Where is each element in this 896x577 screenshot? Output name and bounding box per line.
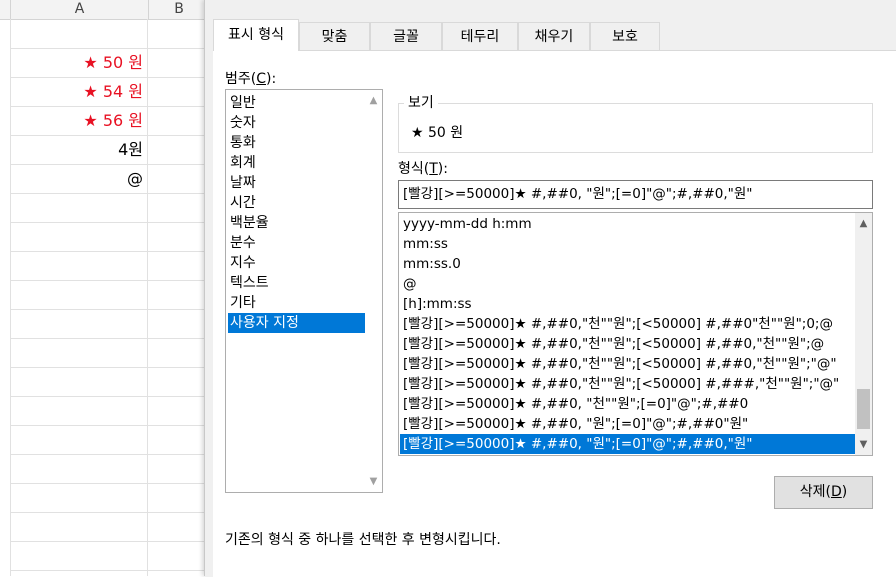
category-list[interactable]: 일반 숫자 통화 회계 날짜 시간 백분율 분수 지수 텍스트 기타 사용자 지… <box>225 89 383 493</box>
format-cells-dialog: 표시 형식 맞춤 글꼴 테두리 채우기 보호 범주(C): 일반 숫자 통화 회… <box>204 0 896 577</box>
format-item[interactable]: [빨강][>=50000]★ #,##0,"천""원";[<50000] #,#… <box>400 314 856 334</box>
cell-a6[interactable]: @ <box>11 165 143 193</box>
grid-line <box>10 251 210 252</box>
tab-fill[interactable]: 채우기 <box>518 22 590 50</box>
preview-value: ★ 50 원 <box>411 125 464 141</box>
preview-group <box>398 103 873 153</box>
grid-line <box>10 309 210 310</box>
category-scrollbar[interactable]: ▲ ▼ <box>365 90 382 492</box>
category-item[interactable]: 숫자 <box>228 113 365 133</box>
spreadsheet-area: A B ★ 50 원 ★ 54 원 ★ 56 원 4원 @ <box>0 0 210 576</box>
category-item[interactable]: 날짜 <box>228 173 365 193</box>
grid-line <box>10 193 210 194</box>
format-code-input[interactable]: [빨강][>=50000]★ #,##0, "원";[=0]"@";#,##0,… <box>398 180 873 209</box>
scroll-up-icon[interactable]: ▲ <box>365 92 382 109</box>
format-item[interactable]: [빨강][>=50000]★ #,##0, "원";[=0]"@";#,##0"… <box>400 414 856 434</box>
grid-line <box>10 483 210 484</box>
delete-button[interactable]: 삭제(D) <box>774 476 873 509</box>
tab-font[interactable]: 글꼴 <box>370 22 442 50</box>
scrollbar-thumb[interactable] <box>857 389 870 429</box>
category-item[interactable]: 통화 <box>228 133 365 153</box>
format-item[interactable]: [h]:mm:ss <box>400 294 856 314</box>
tab-protection[interactable]: 보호 <box>590 22 660 50</box>
grid-line <box>10 570 210 571</box>
grid-line <box>10 512 210 513</box>
format-item[interactable]: [빨강][>=50000]★ #,##0,"천""원";[<50000] #,#… <box>400 334 856 354</box>
format-label: 형식(T): <box>398 161 448 177</box>
category-item[interactable]: 회계 <box>228 153 365 173</box>
tab-border[interactable]: 테두리 <box>442 22 518 50</box>
format-item-selected[interactable]: [빨강][>=50000]★ #,##0, "원";[=0]"@";#,##0,… <box>400 434 856 454</box>
delete-label-end: ) <box>841 484 848 500</box>
cell-a2[interactable]: ★ 50 원 <box>11 49 143 77</box>
tab-alignment[interactable]: 맞춤 <box>299 22 370 50</box>
format-item[interactable]: [빨강][>=50000]★ #,##0,"천""원";[<50000] #,#… <box>400 354 856 374</box>
grid-line <box>10 454 210 455</box>
category-item[interactable]: 기타 <box>228 293 365 313</box>
category-item-custom[interactable]: 사용자 지정 <box>228 313 365 333</box>
scroll-down-icon[interactable]: ▼ <box>855 436 872 453</box>
format-item[interactable]: @ <box>400 274 856 294</box>
category-item[interactable]: 백분율 <box>228 213 365 233</box>
column-header-b[interactable]: B <box>148 0 210 19</box>
format-code-list[interactable]: yyyy-mm-dd h:mm mm:ss mm:ss.0 @ [h]:mm:s… <box>398 212 873 456</box>
format-item[interactable]: [빨강][>=50000]★ #,##0,"천""원";[<50000] #,#… <box>400 374 856 394</box>
grid-line <box>147 19 148 576</box>
delete-key: D <box>830 484 842 500</box>
hint-text: 기존의 형식 중 하나를 선택한 후 변형시킵니다. <box>225 532 501 548</box>
grid-line <box>10 541 210 542</box>
column-header-a[interactable]: A <box>10 0 149 19</box>
category-label: 범주(C): <box>225 71 277 87</box>
category-item[interactable]: 지수 <box>228 253 365 273</box>
format-item[interactable]: yyyy-mm-dd h:mm <box>400 214 856 234</box>
preview-label: 보기 <box>404 92 438 112</box>
grid-line <box>10 338 210 339</box>
scroll-down-icon[interactable]: ▼ <box>365 473 382 490</box>
format-list-scrollbar[interactable]: ▲ ▼ <box>855 213 872 455</box>
category-item[interactable]: 시간 <box>228 193 365 213</box>
grid-line <box>10 280 210 281</box>
format-item[interactable]: mm:ss <box>400 234 856 254</box>
column-header-bar: A B <box>0 0 210 20</box>
grid-line <box>10 367 210 368</box>
cell-a5[interactable]: 4원 <box>11 136 143 164</box>
format-item[interactable]: [빨강][>=50000]★ #,##0, "천""원";[=0]"@";#,#… <box>400 394 856 414</box>
cell-a3[interactable]: ★ 54 원 <box>11 78 143 106</box>
format-item[interactable]: mm:ss.0 <box>400 254 856 274</box>
delete-label: 삭제( <box>799 484 831 500</box>
category-item[interactable]: 분수 <box>228 233 365 253</box>
category-item[interactable]: 텍스트 <box>228 273 365 293</box>
grid-line <box>10 222 210 223</box>
category-item[interactable]: 일반 <box>228 93 365 113</box>
cell-a4[interactable]: ★ 56 원 <box>11 107 143 135</box>
scroll-up-icon[interactable]: ▲ <box>855 215 872 232</box>
tab-number-format[interactable]: 표시 형식 <box>213 19 299 51</box>
grid-line <box>10 396 210 397</box>
grid-line <box>10 425 210 426</box>
